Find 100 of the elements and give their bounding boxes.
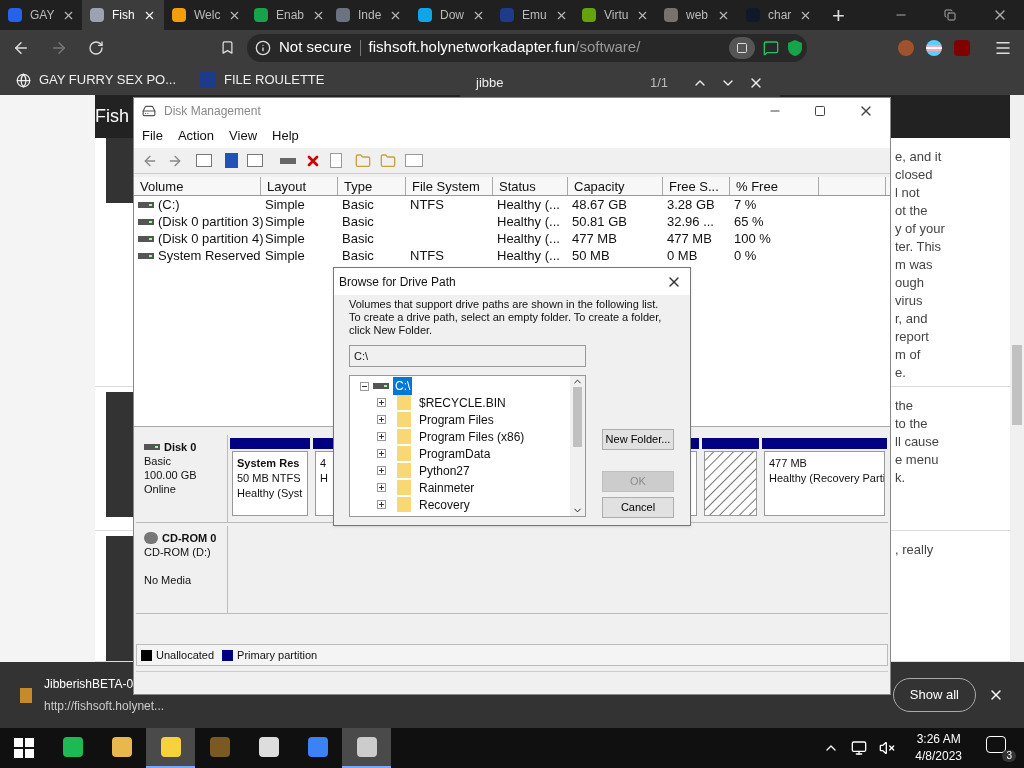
expand-icon[interactable]: [377, 398, 386, 407]
tree-item[interactable]: Program Files (x86): [417, 427, 527, 446]
bookmark-icon[interactable]: [220, 40, 235, 55]
table-cell-text: Healthy (...: [497, 195, 560, 214]
tree-item[interactable]: Python27: [417, 461, 472, 480]
tree-item[interactable]: Program Files: [417, 410, 496, 429]
column-header[interactable]: Type: [338, 177, 406, 195]
table-cell-text: 0 %: [734, 246, 757, 265]
windows-logo-icon[interactable]: [14, 738, 34, 758]
expand-icon[interactable]: [377, 483, 386, 492]
table-cell-text: 0 MB: [667, 246, 698, 265]
table-cell-text: Simple: [265, 246, 305, 265]
tree-item[interactable]: Recovery: [417, 495, 472, 514]
column-header[interactable]: Capacity: [568, 177, 663, 195]
browser-tab[interactable]: Fish: [82, 0, 164, 30]
path-field[interactable]: C:\: [349, 345, 586, 367]
window-title: Disk Management: [164, 103, 261, 120]
reload-icon[interactable]: [88, 39, 104, 56]
article-text: m of: [895, 346, 922, 365]
find-field[interactable]: jibbe: [476, 73, 638, 93]
notification-badge: 3: [1002, 750, 1016, 762]
table-cell-text: (C:): [158, 195, 180, 214]
dialog-description: Volumes that support drive paths are shown in the following list. To create a drive path, select an empty folder. To create a folder, click New Folder.: [349, 298, 663, 337]
article-text: l not: [895, 184, 921, 203]
taskbar-app[interactable]: [146, 728, 195, 768]
new-tab-button[interactable]: +: [820, 0, 857, 32]
network-icon[interactable]: [851, 740, 868, 756]
scrollbar-thumb[interactable]: [573, 387, 582, 447]
chat-icon[interactable]: [763, 39, 779, 56]
partition-text: 50 MB NTFS: [237, 471, 301, 486]
restore-icon[interactable]: [944, 9, 956, 21]
table-cell-text: Healthy (...: [497, 229, 560, 248]
bookmark-link[interactable]: GAY FURRY SEX PO...: [39, 70, 177, 90]
url-host: fishsoft.holynetworkadapter.fun: [368, 37, 576, 58]
table-cell-text: (Disk 0 partition 4): [158, 229, 264, 248]
info-icon: [255, 39, 271, 56]
address-bar[interactable]: Not secure fishsoft.holynetworkadapter.fun/software/: [247, 33, 807, 62]
column-header[interactable]: File System: [406, 177, 493, 195]
flag-icon[interactable]: [926, 39, 942, 56]
favicon-icon: [664, 8, 678, 22]
tree-item[interactable]: C:\: [393, 377, 413, 395]
article-text: report: [895, 328, 930, 347]
screenshot-icon[interactable]: [729, 36, 755, 59]
tab-title: Emu: [522, 7, 547, 24]
menu-item[interactable]: View: [229, 126, 258, 146]
dialog-button[interactable]: New Folder...: [602, 429, 674, 450]
tree-item[interactable]: Rainmeter: [417, 478, 477, 497]
partition-block[interactable]: System Res 50 MB NTFS Healthy (Syst: [232, 451, 308, 516]
column-header[interactable]: Free S...: [663, 177, 730, 195]
disk-info: No Media: [144, 573, 193, 587]
expand-icon[interactable]: [377, 432, 386, 441]
disk-name: CD-ROM 0: [162, 531, 217, 545]
download-url: http://fishsoft.holynet...: [44, 698, 166, 715]
menu-item[interactable]: Help: [272, 126, 299, 146]
column-header[interactable]: Volume: [134, 177, 261, 195]
dialog-button[interactable]: Cancel: [602, 497, 674, 518]
disk-info: CD-ROM (D:): [144, 545, 212, 559]
partition-text: H: [320, 471, 328, 486]
column-header[interactable]: Layout: [261, 177, 338, 195]
tab-title: Fish: [112, 7, 135, 24]
file-icon: [20, 687, 32, 703]
table-cell-text: 48.67 GB: [572, 195, 627, 214]
maximize-icon[interactable]: [814, 105, 826, 117]
expand-icon[interactable]: [377, 415, 386, 424]
favicon-icon: [418, 8, 432, 22]
article-text: ot the: [895, 202, 929, 221]
favicon-icon: [172, 8, 186, 22]
partition-text: Healthy (Syst: [237, 486, 303, 501]
tree-item[interactable]: $RECYCLE.BIN: [417, 393, 508, 412]
partition-block[interactable]: 477 MB Healthy (Recovery Parti: [764, 451, 885, 516]
collapse-icon[interactable]: [360, 381, 369, 391]
partition-block[interactable]: [704, 451, 757, 516]
disk-name: Disk 0: [164, 440, 197, 454]
table-cell-text: 50.81 GB: [572, 212, 627, 231]
column-header[interactable]: % Free: [730, 177, 819, 195]
volume-muted-icon[interactable]: [879, 740, 896, 756]
menu-item[interactable]: Action: [177, 126, 215, 146]
expand-icon[interactable]: [377, 466, 386, 475]
table-cell-text: Basic: [342, 195, 374, 214]
scrollbar-thumb[interactable]: [1012, 345, 1022, 425]
bookmark-link[interactable]: FILE ROULETTE: [224, 70, 325, 90]
column-header[interactable]: Status: [493, 177, 568, 195]
table-cell-text: Basic: [342, 212, 374, 231]
tab-title: Dow: [440, 7, 464, 24]
tab-title: Virtu: [604, 7, 629, 24]
notifications-button[interactable]: 3: [986, 734, 1016, 762]
menu-item[interactable]: File: [142, 126, 163, 146]
partition-title: System Res: [237, 456, 301, 471]
table-cell-text: Healthy (...: [497, 212, 560, 231]
table-cell-text: 50 MB: [572, 246, 610, 265]
article-text: k.: [895, 469, 907, 488]
tree-item[interactable]: ProgramData: [417, 444, 493, 463]
article-text: closed: [895, 166, 934, 185]
scrollbar[interactable]: [570, 376, 585, 516]
table-cell-text: Healthy (...: [497, 246, 560, 265]
article-text: ll cause: [895, 433, 941, 452]
expand-icon[interactable]: [377, 449, 386, 458]
table-cell-text: 65 %: [734, 212, 764, 231]
expand-icon[interactable]: [377, 500, 386, 509]
table-cell-text: System Reserved: [158, 246, 261, 265]
